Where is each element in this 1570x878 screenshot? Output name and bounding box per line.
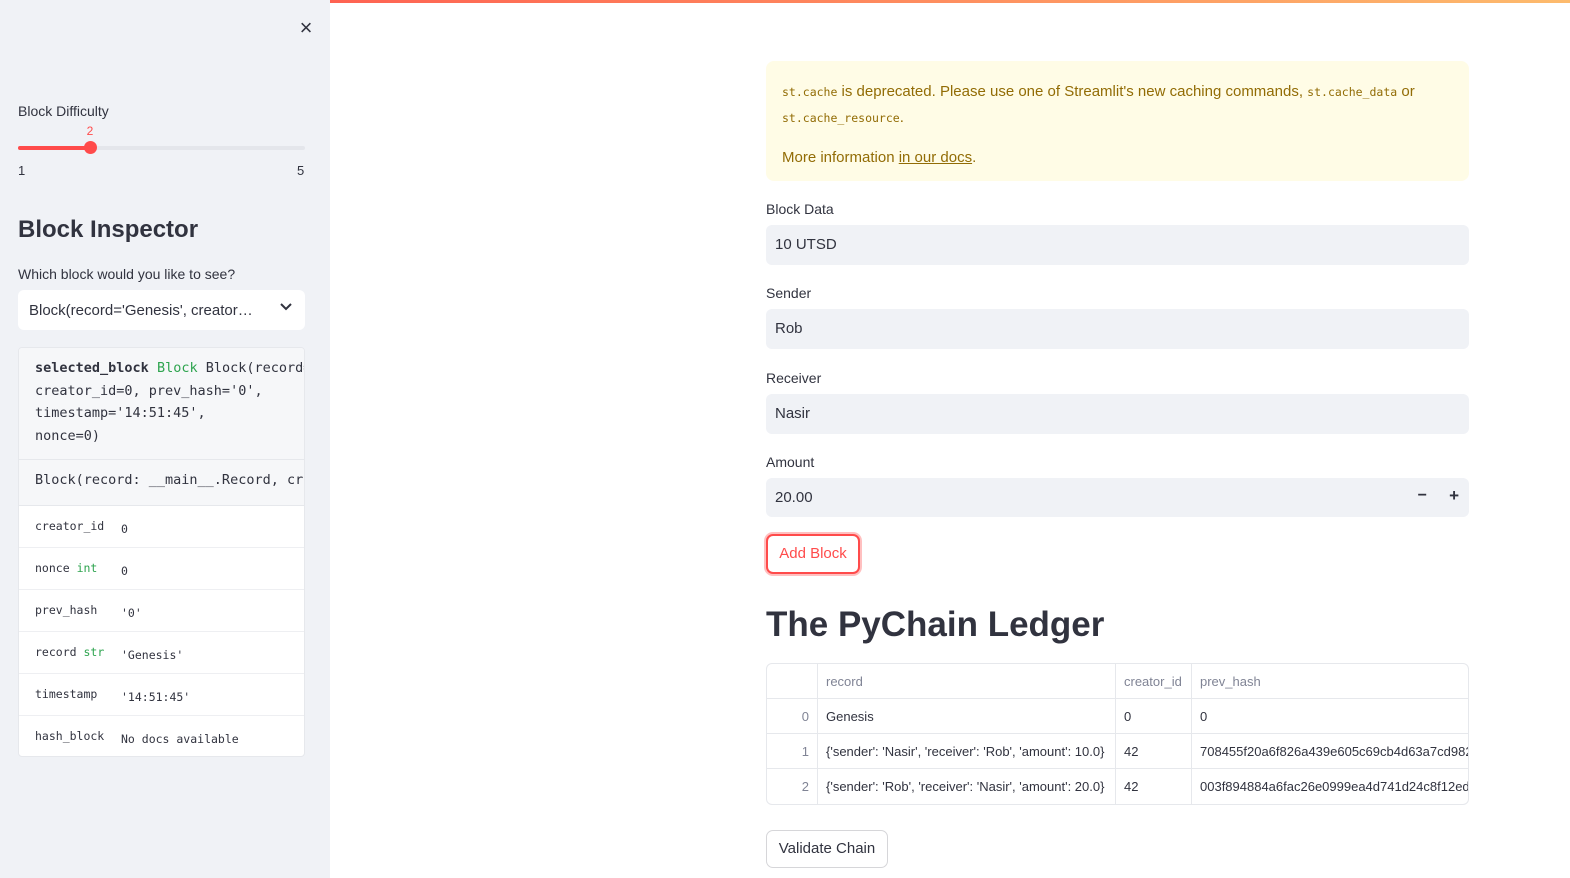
inspect-header: selected_block Block Block(record='Genes… xyxy=(19,348,304,460)
cell-prev-hash: 708455f20a6f826a439e605c69cb4d63a7cd9829 xyxy=(1200,744,1469,759)
attribute-value: '0' xyxy=(121,606,142,620)
cell-record: Genesis xyxy=(818,699,1116,734)
amount-value: 20.00 xyxy=(775,489,813,506)
slider-min-label: 1 xyxy=(18,163,26,178)
attribute-value: 'Genesis' xyxy=(121,648,184,662)
block-inspector-heading: Block Inspector xyxy=(18,216,199,243)
slider-fill xyxy=(18,146,90,150)
attribute-name: prev_hash xyxy=(35,603,107,617)
sidebar: × Block Difficulty 2 1 5 Block Inspector… xyxy=(0,0,330,878)
slider-thumb[interactable] xyxy=(84,141,97,154)
index-header xyxy=(767,664,818,699)
code-st-cache-resource: st.cache_resource xyxy=(782,111,900,125)
ledger-table[interactable]: record creator_id prev_hash 0 Genesis 0 0 1{… xyxy=(766,663,1469,805)
attribute-row: nonce int 0 xyxy=(19,548,304,590)
attribute-name-text: timestamp xyxy=(35,687,98,701)
cell-creator-id: 42 xyxy=(1116,734,1192,769)
block-select[interactable]: Block(record='Genesis', creator_id=0, pr… xyxy=(18,290,305,330)
slider-max-label: 5 xyxy=(297,163,305,178)
attribute-row: record str 'Genesis' xyxy=(19,632,304,674)
docs-link[interactable]: in our docs xyxy=(899,149,972,166)
validate-chain-button[interactable]: Validate Chain xyxy=(766,830,888,868)
more-info-suffix: . xyxy=(972,149,977,166)
attribute-row: creator_id 0 xyxy=(19,506,304,548)
cell-prev-hash: 003f894884a6fac26e0999ea4d741d24c8f12ed7 xyxy=(1200,779,1469,794)
cell-record: {'sender': 'Rob', 'receiver': 'Nasir', '… xyxy=(818,769,1116,804)
block-data-label: Block Data xyxy=(766,201,834,217)
attribute-name: record str xyxy=(35,645,107,659)
add-block-button[interactable]: Add Block xyxy=(766,534,860,574)
code-st-cache: st.cache xyxy=(782,85,838,99)
row-index: 1 xyxy=(767,734,818,769)
attribute-row: prev_hash '0' xyxy=(19,590,304,632)
receiver-input[interactable]: Nasir xyxy=(766,394,1469,434)
difficulty-slider-track[interactable] xyxy=(18,146,305,150)
attribute-value: No docs available xyxy=(121,732,239,746)
inspect-value-line1: Block(record='Genesis', xyxy=(205,360,304,376)
attribute-value: '14:51:45' xyxy=(121,690,191,704)
block-select-value: Block(record='Genesis', creator_id=0, pr… xyxy=(29,301,261,319)
inspect-signature: Block(record: __main__.Record, creator_i… xyxy=(19,460,304,506)
table-header-row: record creator_id prev_hash xyxy=(767,664,1468,699)
attribute-type: str xyxy=(83,645,105,659)
increment-button[interactable]: + xyxy=(1449,486,1459,506)
receiver-label: Receiver xyxy=(766,370,822,386)
warning-text1: is deprecated. Please use one of Streaml… xyxy=(837,83,1308,100)
attribute-name-text: prev_hash xyxy=(35,603,98,617)
column-header-creator-id[interactable]: creator_id xyxy=(1116,664,1192,699)
code-st-cache-data: st.cache_data xyxy=(1307,85,1398,99)
attribute-name-text: hash_block xyxy=(35,729,105,743)
attribute-type: int xyxy=(76,561,98,575)
cell-creator-id: 0 xyxy=(1116,699,1192,734)
inspect-value-line3: timestamp='14:51:45', xyxy=(35,405,206,421)
attribute-row: timestamp '14:51:45' xyxy=(19,674,304,716)
deprecation-warning: st.cache is deprecated. Please use one o… xyxy=(766,61,1469,181)
chevron-down-icon xyxy=(279,299,293,318)
attribute-name-text: creator_id xyxy=(35,519,105,533)
cell-record: {'sender': 'Nasir', 'receiver': 'Rob', '… xyxy=(818,734,1116,769)
inspect-value-line4: nonce=0) xyxy=(35,427,101,444)
slider-label: Block Difficulty xyxy=(18,103,109,119)
row-index: 2 xyxy=(767,769,818,804)
slider-value: 2 xyxy=(86,124,94,138)
amount-stepper[interactable]: 20.00 − + xyxy=(766,478,1469,517)
sender-input[interactable]: Rob xyxy=(766,309,1469,349)
column-header-record[interactable]: record xyxy=(818,664,1116,699)
attribute-name-text: nonce xyxy=(35,561,70,575)
attribute-name: creator_id xyxy=(35,519,107,533)
table-row[interactable]: 1 {'sender': 'Nasir', 'receiver': 'Rob', … xyxy=(767,734,1469,769)
inspect-value-line2: creator_id=0, prev_hash='0', xyxy=(35,382,263,399)
attribute-value: 0 xyxy=(121,522,128,536)
cell-prev-hash: 0 xyxy=(1200,709,1208,724)
attribute-list: creator_id 0 nonce int 0 prev_hash '0' record … xyxy=(19,506,304,756)
more-info-text: More information xyxy=(782,149,899,166)
amount-label: Amount xyxy=(766,454,815,470)
close-icon[interactable]: × xyxy=(296,17,316,39)
inspect-type: Block xyxy=(156,360,198,376)
inspect-var-name: selected_block xyxy=(35,360,149,376)
attribute-name-text: record xyxy=(35,645,77,659)
attribute-row: hash_block No docs available xyxy=(19,716,304,756)
block-data-input[interactable]: 10 UTSD xyxy=(766,225,1469,265)
block-select-label: Which block would you like to see? xyxy=(18,266,236,282)
attribute-name: nonce int xyxy=(35,561,107,575)
attribute-value: 0 xyxy=(121,564,128,578)
block-inspect-panel: selected_block Block Block(record='Genes… xyxy=(18,347,305,757)
warning-line1: st.cache is deprecated. Please use one o… xyxy=(782,79,1453,131)
attribute-name: hash_block xyxy=(35,729,107,743)
decrement-button[interactable]: − xyxy=(1418,487,1427,505)
attribute-name: timestamp xyxy=(35,687,107,701)
table-row[interactable]: 0 Genesis 0 0 xyxy=(767,699,1468,734)
sender-label: Sender xyxy=(766,285,812,301)
warning-text2: or xyxy=(1397,83,1415,100)
table-row[interactable]: 2 {'sender': 'Rob', 'receiver': 'Nasir', … xyxy=(767,769,1469,804)
column-header-prev-hash[interactable]: prev_hash xyxy=(1192,664,1468,699)
warning-text3: . xyxy=(899,109,904,126)
row-index: 0 xyxy=(767,699,818,734)
ledger-title: The PyChain Ledger xyxy=(766,605,1105,644)
cell-creator-id: 42 xyxy=(1116,769,1192,804)
warning-line2: More information in our docs. xyxy=(782,145,1453,170)
